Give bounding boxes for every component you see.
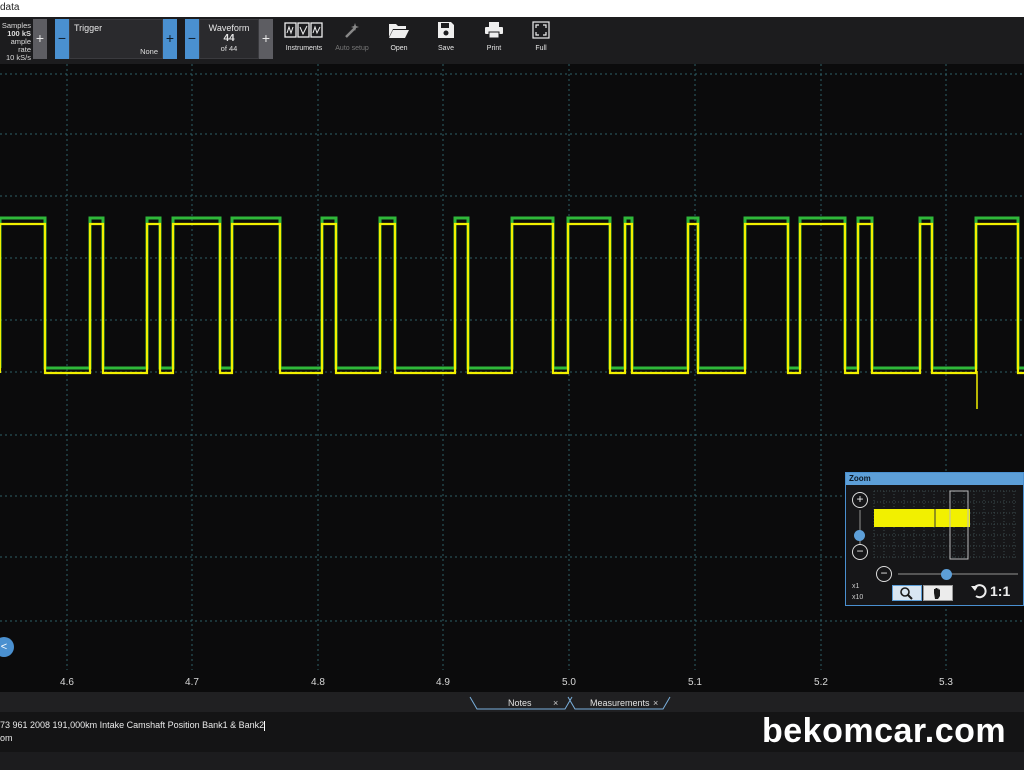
waveform-panel[interactable]: Waveform 44 of 44 bbox=[199, 19, 259, 59]
tab-measurements[interactable]: Measurements × bbox=[576, 695, 670, 711]
window-title: data bbox=[0, 2, 20, 13]
x-tick-label: 5.3 bbox=[939, 677, 953, 688]
zoom-overview[interactable] bbox=[870, 488, 1022, 562]
title-bar: data bbox=[0, 0, 1024, 17]
fullscreen-icon bbox=[518, 19, 564, 41]
trace-yellow bbox=[0, 222, 1024, 375]
x-tick-label: 5.2 bbox=[814, 677, 828, 688]
waveform-plus-button[interactable]: + bbox=[259, 19, 273, 59]
sample-rate-label: ample rate bbox=[10, 37, 31, 54]
x-tick-label: 4.8 bbox=[311, 677, 325, 688]
x-tick-label: 5.1 bbox=[688, 677, 702, 688]
folder-open-icon bbox=[376, 19, 422, 41]
samples-plus-button[interactable]: + bbox=[33, 19, 47, 59]
waveform-value: 44 bbox=[223, 33, 235, 44]
waveform-minus-button[interactable]: − bbox=[185, 19, 199, 59]
save-label: Save bbox=[438, 45, 454, 52]
zoom-horizontal-track bbox=[898, 573, 1018, 575]
pan-tool-button[interactable] bbox=[923, 585, 953, 601]
tab-measurements-label: Measurements bbox=[590, 698, 650, 708]
zoom-in-button[interactable]: + bbox=[852, 492, 868, 508]
instruments-button[interactable]: Instruments bbox=[281, 19, 327, 61]
print-button[interactable]: Print bbox=[471, 19, 517, 61]
zoom-tool-button[interactable] bbox=[892, 585, 922, 601]
waveform-label: Waveform bbox=[208, 23, 250, 33]
toolbar: Samples 100 kS ample rate 10 kS/s + − Tr… bbox=[0, 17, 1024, 64]
zoom-x10-label: x10 bbox=[852, 594, 864, 601]
tab-notes[interactable]: Notes × bbox=[478, 695, 572, 711]
trigger-value: None bbox=[140, 47, 158, 56]
zoom-out-button[interactable]: − bbox=[852, 544, 868, 560]
instruments-label: Instruments bbox=[285, 45, 323, 52]
x-tick-label: 4.9 bbox=[436, 677, 450, 688]
waveform-count: of 44 bbox=[220, 44, 238, 53]
x-tick-label: 4.6 bbox=[60, 677, 74, 688]
zoom-horizontal-out-button[interactable]: − bbox=[876, 566, 892, 582]
magnifier-icon bbox=[900, 587, 913, 600]
tab-notes-close-icon[interactable]: × bbox=[553, 698, 558, 708]
zoom-title: Zoom bbox=[846, 473, 1023, 485]
trigger-minus-button[interactable]: − bbox=[55, 19, 69, 59]
printer-icon bbox=[471, 19, 517, 41]
save-button[interactable]: Save bbox=[423, 19, 469, 61]
full-label: Full bbox=[535, 45, 547, 52]
floppy-disk-icon bbox=[423, 19, 469, 41]
open-button[interactable]: Open bbox=[376, 19, 422, 61]
watermark: bekomcar.com bbox=[762, 712, 1007, 750]
auto-setup-label: Auto setup bbox=[335, 45, 369, 52]
open-label: Open bbox=[390, 45, 408, 52]
undo-zoom-icon[interactable] bbox=[970, 583, 988, 604]
hand-icon bbox=[934, 588, 940, 599]
print-label: Print bbox=[486, 45, 502, 52]
tab-measurements-close-icon[interactable]: × bbox=[653, 698, 658, 708]
auto-setup-button[interactable]: Auto setup bbox=[329, 19, 375, 61]
zoom-horizontal-thumb[interactable] bbox=[941, 569, 952, 580]
zoom-vertical-thumb[interactable] bbox=[854, 530, 865, 541]
trigger-panel[interactable]: Trigger None bbox=[69, 19, 163, 59]
zoom-x1-label: x1 bbox=[852, 583, 860, 590]
tab-notes-label: Notes bbox=[508, 698, 532, 708]
full-screen-button[interactable]: Full bbox=[518, 19, 564, 61]
sample-rate-value: 10 kS/s bbox=[5, 53, 31, 62]
text-cursor bbox=[264, 720, 266, 731]
trigger-label: Trigger bbox=[74, 23, 103, 33]
wand-icon bbox=[329, 19, 375, 41]
x-tick-label: 5.0 bbox=[562, 677, 576, 688]
one-to-one-button[interactable]: 1:1 bbox=[990, 583, 1010, 599]
trigger-plus-button[interactable]: + bbox=[163, 19, 177, 59]
x-tick-label: 4.7 bbox=[185, 677, 199, 688]
zoom-panel: Zoom + − − x1 x10 1:1 bbox=[845, 472, 1024, 606]
status-bar bbox=[0, 752, 1024, 770]
samples-panel: Samples 100 kS ample rate 10 kS/s bbox=[0, 19, 33, 62]
instruments-icon bbox=[281, 19, 327, 41]
